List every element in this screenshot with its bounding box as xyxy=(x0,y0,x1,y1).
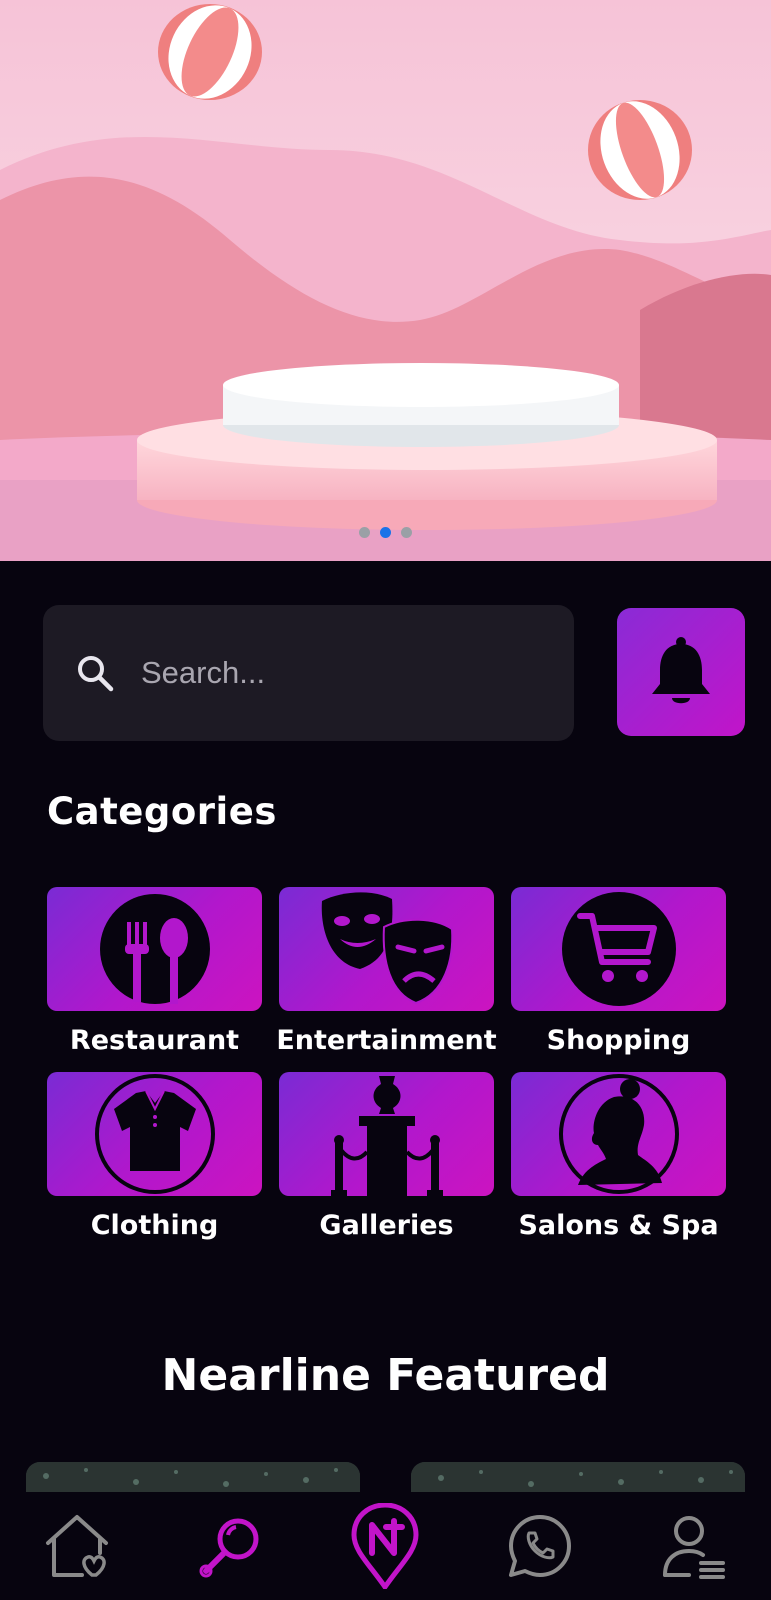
category-label: Entertainment xyxy=(276,1025,497,1056)
search-bar[interactable]: Search... xyxy=(43,605,574,741)
carousel-indicator xyxy=(0,527,771,538)
category-restaurant[interactable]: Restaurant xyxy=(47,887,262,1072)
categories-heading: Categories xyxy=(47,790,277,833)
nav-nearline[interactable] xyxy=(345,1503,425,1589)
restaurant-icon xyxy=(99,894,210,1004)
hero-illustration xyxy=(0,0,771,561)
search-input[interactable]: Search... xyxy=(141,655,265,691)
category-shopping[interactable]: Shopping xyxy=(511,887,726,1072)
notifications-button[interactable] xyxy=(617,608,745,736)
category-label: Salons & Spa xyxy=(518,1210,719,1241)
gallery-exhibit-icon xyxy=(330,1076,443,1196)
category-label: Shopping xyxy=(546,1025,691,1056)
featured-heading: Nearline Featured xyxy=(161,1350,610,1401)
nav-search[interactable] xyxy=(191,1506,271,1586)
category-label: Galleries xyxy=(319,1210,454,1241)
bell-icon xyxy=(652,637,710,704)
category-galleries[interactable]: Galleries xyxy=(279,1072,494,1257)
category-clothing[interactable]: Clothing xyxy=(47,1072,262,1257)
search-icon xyxy=(199,1518,259,1578)
carousel-dot-active[interactable] xyxy=(380,527,391,538)
nav-home[interactable] xyxy=(37,1506,117,1586)
hero-banner[interactable] xyxy=(0,0,771,561)
nav-profile[interactable] xyxy=(654,1506,734,1586)
bottom-navigation xyxy=(0,1492,771,1600)
shirt-icon xyxy=(94,1074,215,1194)
shopping-cart-icon xyxy=(561,892,676,1006)
profile-menu-icon xyxy=(662,1516,725,1579)
category-entertainment[interactable]: Entertainment xyxy=(276,887,497,1072)
search-icon xyxy=(78,656,114,692)
nav-whatsapp[interactable] xyxy=(500,1506,580,1586)
nearline-pin-icon xyxy=(351,1503,419,1589)
theater-masks-icon xyxy=(321,892,453,1005)
category-salons-spa[interactable]: Salons & Spa xyxy=(511,1072,726,1257)
category-label: Restaurant xyxy=(69,1025,240,1056)
salon-woman-icon xyxy=(558,1074,679,1194)
whatsapp-icon xyxy=(508,1515,571,1577)
home-heart-icon xyxy=(46,1515,109,1577)
category-label: Clothing xyxy=(90,1210,219,1241)
carousel-dot[interactable] xyxy=(401,527,412,538)
categories-grid: Restaurant Entertainment Shopping Clothi… xyxy=(47,887,726,1257)
carousel-dot[interactable] xyxy=(359,527,370,538)
